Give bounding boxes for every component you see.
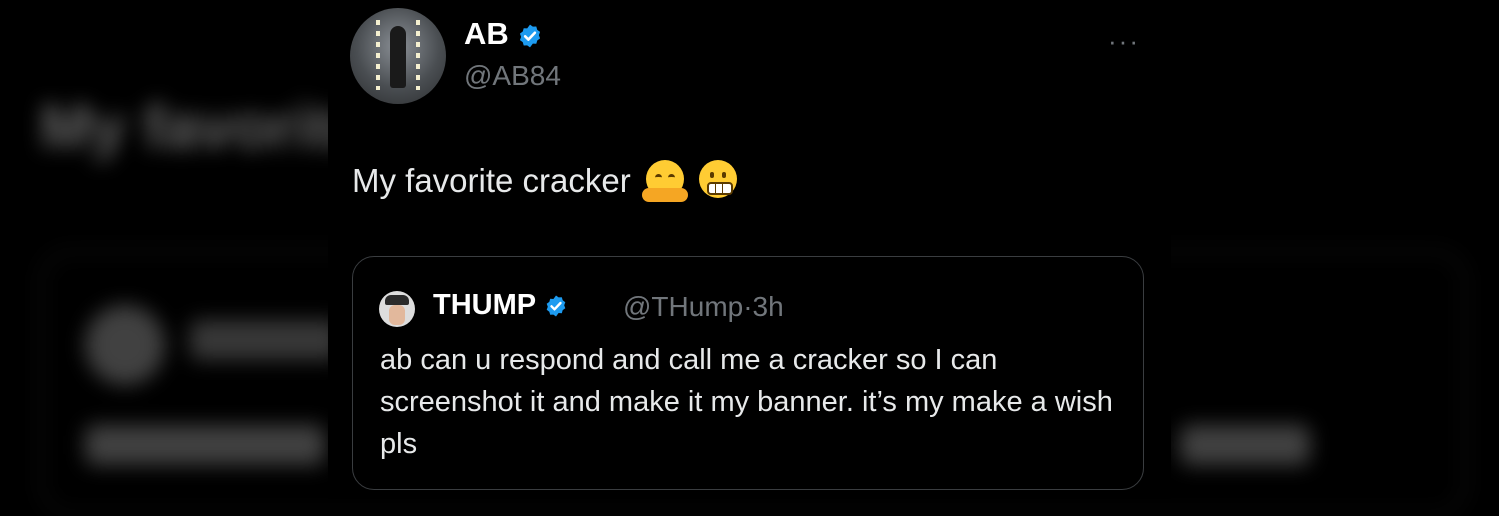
more-options-icon[interactable]: ··· <box>1108 26 1140 57</box>
quoted-author-name-row[interactable]: THUMP <box>433 289 568 322</box>
separator-dot: · <box>743 291 753 322</box>
blurred-avatar <box>85 305 165 385</box>
quoted-author-name: THUMP <box>433 289 536 321</box>
author-name: AB <box>464 16 509 51</box>
tweet-text: My favorite cracker <box>352 162 631 199</box>
verified-badge-icon <box>546 295 565 317</box>
avatar-figure <box>390 26 406 88</box>
blurred-name <box>190 320 340 360</box>
verified-badge-icon <box>520 24 541 48</box>
hugging-face-icon <box>641 160 688 202</box>
quoted-author-avatar[interactable] <box>379 291 415 327</box>
quoted-author-handle[interactable]: @THump <box>623 291 743 322</box>
tweet-card: AB @AB84 ··· My favorite cracker THUMP @… <box>328 0 1171 499</box>
quoted-tweet[interactable]: THUMP @THump·3h ab can u respond and cal… <box>352 256 1144 490</box>
author-handle[interactable]: @AB84 <box>464 60 561 92</box>
blurred-line <box>85 425 325 465</box>
grimacing-face-icon <box>699 160 738 198</box>
quoted-tweet-text: ab can u respond and call me a cracker s… <box>380 344 1113 460</box>
blurred-line-right <box>1180 425 1310 465</box>
quoted-timestamp[interactable]: 3h <box>753 291 784 322</box>
tweet-text-row: My favorite cracker <box>352 160 738 202</box>
avatar-lights-left <box>376 20 380 90</box>
author-avatar[interactable] <box>350 8 446 104</box>
quoted-handle-time: @THump·3h <box>623 291 784 323</box>
author-name-row[interactable]: AB <box>464 16 543 52</box>
avatar-lights-right <box>416 20 420 90</box>
